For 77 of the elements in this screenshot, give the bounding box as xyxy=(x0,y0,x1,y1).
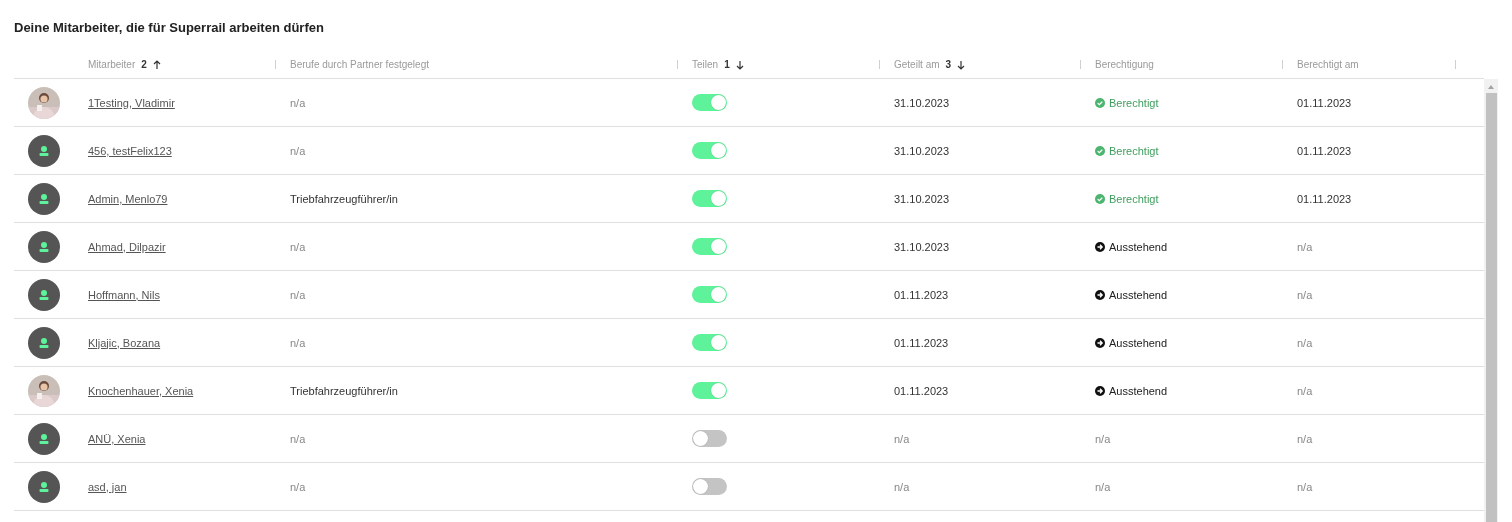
arrow-circle-icon xyxy=(1095,337,1105,348)
sort-order: 3 xyxy=(945,59,952,70)
permitted-date: n/a xyxy=(1297,432,1313,445)
permission-status: Ausstehend xyxy=(1095,288,1168,301)
scrollbar[interactable] xyxy=(1484,79,1498,522)
employee-name-link[interactable]: 456, testFelix123 xyxy=(88,144,172,157)
avatar-icon xyxy=(28,470,60,503)
share-toggle[interactable] xyxy=(692,238,727,255)
permitted-date: n/a xyxy=(1297,288,1313,301)
jobs-text: n/a xyxy=(290,96,306,109)
sort-order: 1 xyxy=(724,59,730,70)
permission-status: n/a xyxy=(1095,432,1111,445)
jobs-text: n/a xyxy=(290,288,306,301)
employee-name-link[interactable]: Knochenhauer, Xenia xyxy=(88,384,194,397)
permission-status: Ausstehend xyxy=(1095,384,1168,397)
share-toggle[interactable] xyxy=(692,430,727,447)
avatar-icon xyxy=(28,326,60,359)
share-toggle[interactable] xyxy=(692,286,727,303)
permitted-date: 01.11.2023 xyxy=(1297,144,1352,157)
permission-status: Ausstehend xyxy=(1095,336,1168,349)
permission-status: Ausstehend xyxy=(1095,240,1168,253)
employee-name-link[interactable]: ANÜ, Xenia xyxy=(88,432,146,445)
shared-date: 31.10.2023 xyxy=(894,192,950,205)
shared-date: 31.10.2023 xyxy=(894,144,950,157)
permission-status: Berechtigt xyxy=(1095,144,1159,157)
avatar-icon xyxy=(28,182,60,215)
permitted-date: n/a xyxy=(1297,384,1313,397)
arrow-circle-icon xyxy=(1095,241,1105,252)
permission-status: Berechtigt xyxy=(1095,192,1159,205)
shared-date: 01.11.2023 xyxy=(894,288,949,301)
permitted-date: n/a xyxy=(1297,240,1313,253)
shared-date: n/a xyxy=(894,432,910,445)
arrow-up-icon xyxy=(152,59,161,70)
share-toggle[interactable] xyxy=(692,382,727,399)
scroll-up-icon[interactable] xyxy=(1487,83,1495,91)
jobs-text: Triebfahrzeugführer/in xyxy=(290,384,398,397)
permitted-date: n/a xyxy=(1297,480,1313,493)
avatar-icon xyxy=(28,278,60,311)
employee-name-link[interactable]: asd, jan xyxy=(88,480,127,493)
share-toggle[interactable] xyxy=(692,478,727,495)
permitted-date: 01.11.2023 xyxy=(1297,96,1352,109)
arrow-circle-icon xyxy=(1095,289,1105,300)
shared-date: n/a xyxy=(894,480,910,493)
page-title: Deine Mitarbeiter, die für Superrail arbeiten dürfen xyxy=(14,20,325,35)
shared-date: 01.11.2023 xyxy=(894,336,949,349)
jobs-text: n/a xyxy=(290,144,306,157)
permitted-date: n/a xyxy=(1297,336,1313,349)
arrow-down-icon xyxy=(735,59,744,70)
check-circle-icon xyxy=(1095,193,1105,204)
shared-date: 31.10.2023 xyxy=(894,96,950,109)
check-circle-icon xyxy=(1095,145,1105,156)
employee-name-link[interactable]: Admin, Menlo79 xyxy=(88,192,168,205)
share-toggle[interactable] xyxy=(692,94,727,111)
employee-name-link[interactable]: Hoffmann, Nils xyxy=(88,288,160,301)
share-toggle[interactable] xyxy=(692,190,727,207)
employee-name-link[interactable]: Kljajic, Bozana xyxy=(88,336,161,349)
jobs-text: Triebfahrzeugführer/in xyxy=(290,192,398,205)
permission-status: Berechtigt xyxy=(1095,96,1159,109)
jobs-text: n/a xyxy=(290,432,306,445)
avatar-icon xyxy=(28,230,60,263)
avatar-icon xyxy=(28,422,60,455)
permission-status: n/a xyxy=(1095,480,1111,493)
arrow-circle-icon xyxy=(1095,385,1105,396)
share-toggle[interactable] xyxy=(692,142,727,159)
jobs-text: n/a xyxy=(290,480,306,493)
permitted-date: 01.11.2023 xyxy=(1297,192,1352,205)
employee-name-link[interactable]: 1Testing, Vladimir xyxy=(88,96,175,109)
shared-date: 31.10.2023 xyxy=(894,240,950,253)
avatar-icon xyxy=(28,134,60,167)
arrow-down-icon xyxy=(957,59,966,70)
check-circle-icon xyxy=(1095,97,1105,108)
employee-name-link[interactable]: Ahmad, Dilpazir xyxy=(88,240,166,253)
shared-date: 01.11.2023 xyxy=(894,384,949,397)
share-toggle[interactable] xyxy=(692,334,727,351)
sort-order: 2 xyxy=(141,59,147,70)
jobs-text: n/a xyxy=(290,336,306,349)
jobs-text: n/a xyxy=(290,240,306,253)
